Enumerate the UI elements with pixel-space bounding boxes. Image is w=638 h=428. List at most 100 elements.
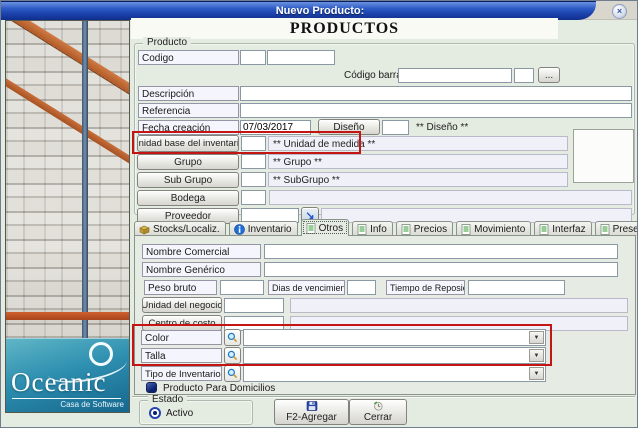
unidad-base-input[interactable]	[241, 136, 266, 151]
codigo-prefix-input[interactable]	[240, 50, 266, 65]
tipo-inventario-label: Tipo de Inventario	[141, 366, 222, 381]
radio-dot	[153, 411, 157, 415]
estado-activo-radio[interactable]	[149, 407, 161, 419]
tab-interfaz[interactable]: Interfaz	[534, 221, 592, 236]
chevron-down-icon[interactable]: ▼	[529, 367, 544, 380]
peso-bruto-input[interactable]	[220, 280, 264, 295]
domicilios-checkbox[interactable]	[146, 382, 157, 393]
document-icon	[539, 223, 549, 235]
grupo-button[interactable]: Grupo	[137, 154, 239, 170]
tab-label: Movimiento	[474, 223, 526, 235]
unidad-negocio-field	[290, 298, 628, 313]
tab-label: Info	[370, 223, 387, 235]
tab-inventario[interactable]: Inventario	[228, 221, 298, 236]
chevron-down-icon[interactable]: ▼	[529, 349, 544, 362]
tab-label: Stocks/Localiz.	[153, 223, 220, 235]
close-icon[interactable]: ×	[612, 4, 627, 19]
tab-label: Precios	[413, 223, 448, 235]
diseno-button[interactable]: Diseño	[318, 119, 380, 135]
dias-vencimiento-label: Dias de vencimiento	[268, 280, 345, 295]
window-title: Nuevo Producto:	[275, 5, 365, 17]
nombre-generico-label: Nombre Genérico	[142, 262, 261, 277]
talla-search-button[interactable]	[224, 347, 241, 364]
producto-group-label: Producto	[143, 37, 192, 48]
new-product-window: Nuevo Producto: × Oceanic Casa de Softwa…	[0, 0, 638, 428]
peso-bruto-label: Peso bruto	[144, 280, 217, 295]
cerrar-button[interactable]: Cerrar	[349, 399, 407, 425]
codigo-input[interactable]	[267, 50, 335, 65]
tab-precios[interactable]: Precios	[395, 221, 454, 236]
logo-name: Oceanic	[11, 367, 107, 397]
footer-divider	[132, 396, 635, 398]
save-icon	[306, 401, 317, 411]
warehouse-photo: Oceanic Casa de Software	[5, 20, 130, 413]
tab-presentaciones[interactable]: Presentaciones	[594, 221, 638, 236]
dias-vencimiento-input[interactable]	[347, 280, 376, 295]
tab-label: Inventario	[247, 223, 292, 235]
tipo-inventario-search-button[interactable]	[224, 365, 241, 382]
nombre-comercial-label: Nombre Comercial	[142, 244, 261, 259]
f2-agregar-label: F2-Agregar	[286, 412, 337, 423]
codigo-barras-browse-button[interactable]: ...	[538, 67, 560, 83]
tab-label: Otros	[318, 222, 344, 234]
codigo-barras-check-input[interactable]	[514, 68, 534, 83]
tipo-inventario-combobox[interactable]: ▼	[243, 365, 546, 382]
centro-costo-button[interactable]: Centro de costo	[142, 315, 222, 331]
bodega-input[interactable]	[241, 190, 266, 205]
tiempo-reposicion-input[interactable]	[468, 280, 565, 295]
page-title: PRODUCTOS	[289, 20, 400, 37]
codigo-label: Codigo	[138, 50, 239, 65]
bodega-button[interactable]: Bodega	[137, 190, 239, 206]
fecha-creacion-input[interactable]	[240, 120, 311, 135]
subgrupo-button[interactable]: Sub Grupo	[137, 172, 239, 188]
unidad-negocio-input[interactable]	[224, 298, 284, 313]
f2-agregar-button[interactable]: F2-Agregar	[274, 399, 349, 425]
pallet-stacks	[6, 21, 129, 338]
tab-otros[interactable]: Otros	[300, 219, 350, 236]
codigo-barras-input[interactable]	[398, 68, 512, 83]
estado-group-label: Estado	[148, 394, 188, 405]
diseno-hint: ** Diseño **	[416, 122, 469, 133]
nombre-generico-input[interactable]	[264, 262, 618, 277]
document-icon	[357, 223, 367, 235]
unidad-negocio-button[interactable]: Unidad del negocio	[142, 297, 222, 313]
header-band: PRODUCTOS	[131, 18, 558, 39]
grupo-input[interactable]	[241, 154, 266, 169]
clock-exit-icon	[373, 401, 383, 411]
logo-tagline: Casa de Software	[60, 400, 124, 409]
oceanic-logo: Oceanic Casa de Software	[6, 338, 129, 412]
cerrar-label: Cerrar	[363, 412, 393, 423]
logo-underline	[12, 398, 121, 399]
product-image-box	[573, 129, 634, 183]
tab-movimiento[interactable]: Movimiento	[456, 221, 532, 236]
rack-bar	[6, 312, 129, 320]
unidad-base-hint: ** Unidad de medida **	[268, 136, 568, 151]
magnifier-icon	[227, 350, 238, 361]
descripcion-label: Descripción	[138, 86, 239, 101]
tab-stocks-localiz[interactable]: Stocks/Localiz.	[134, 221, 226, 236]
chevron-down-icon[interactable]: ▼	[529, 331, 544, 344]
tiempo-reposicion-label: Tiempo de Reposición	[386, 280, 465, 295]
grupo-hint: ** Grupo **	[268, 154, 568, 169]
talla-label: Talla	[141, 348, 222, 363]
tab-label: Presentaciones	[612, 223, 638, 235]
subgrupo-input[interactable]	[241, 172, 266, 187]
color-label: Color	[141, 330, 222, 345]
fecha-creacion-label: Fecha creación	[138, 120, 239, 135]
descripcion-input[interactable]	[240, 86, 632, 101]
info-icon	[233, 223, 245, 235]
color-combobox[interactable]: ▼	[243, 329, 546, 346]
tab-info[interactable]: Info	[352, 221, 393, 236]
estado-activo-label: Activo	[166, 408, 194, 419]
color-search-button[interactable]	[224, 329, 241, 346]
diseno-code-input[interactable]	[382, 120, 409, 135]
magnifier-icon	[227, 368, 238, 379]
bodega-name-field	[269, 190, 632, 205]
unidad-base-button[interactable]: Unidad base del inventario	[137, 135, 239, 152]
talla-combobox[interactable]: ▼	[243, 347, 546, 364]
document-icon	[306, 222, 315, 234]
referencia-input[interactable]	[240, 103, 632, 118]
nombre-comercial-input[interactable]	[264, 244, 618, 259]
tab-strip: Stocks/Localiz. Inventario Otros Info Pr…	[134, 219, 638, 236]
domicilios-label: Producto Para Domicilios	[163, 383, 276, 394]
